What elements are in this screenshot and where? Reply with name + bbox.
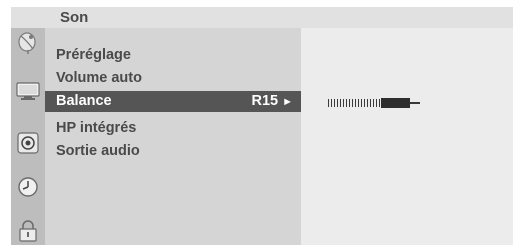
menu-item-balance[interactable]: Balance R15 ► [45, 91, 301, 112]
balance-slider-thumb[interactable] [381, 98, 410, 108]
tv-screen-icon[interactable] [15, 76, 41, 106]
clock-icon[interactable] [15, 172, 41, 202]
menu-item-label: Balance [56, 93, 112, 109]
menu-item-label: Sortie audio [56, 143, 140, 159]
menu-header: Son [11, 7, 513, 28]
speaker-icon[interactable] [15, 128, 41, 158]
balance-value: R15 ► [251, 93, 294, 109]
osd-screen: Son Préréglage Volume auto Balance R15 ►… [0, 0, 523, 250]
balance-preview-panel [301, 28, 513, 245]
menu-item-preset[interactable]: Préréglage [45, 45, 301, 66]
balance-slider-track-end [410, 102, 420, 104]
balance-slider[interactable] [328, 98, 420, 108]
sound-menu-list: Préréglage Volume auto Balance R15 ► HP i… [45, 28, 301, 245]
menu-item-label: HP intégrés [56, 120, 137, 136]
menu-item-audio-output[interactable]: Sortie audio [45, 141, 301, 162]
menu-item-auto-volume[interactable]: Volume auto [45, 68, 301, 89]
balance-slider-track [328, 99, 380, 107]
satellite-dish-icon[interactable] [15, 28, 41, 58]
arrow-right-icon: ► [282, 96, 293, 108]
menu-item-label: Préréglage [56, 47, 131, 63]
menu-item-label: Volume auto [56, 70, 142, 86]
lock-icon[interactable] [15, 216, 41, 246]
menu-item-builtin-speakers[interactable]: HP intégrés [45, 118, 301, 139]
menu-title: Son [60, 9, 89, 26]
category-icon-column [11, 28, 45, 245]
